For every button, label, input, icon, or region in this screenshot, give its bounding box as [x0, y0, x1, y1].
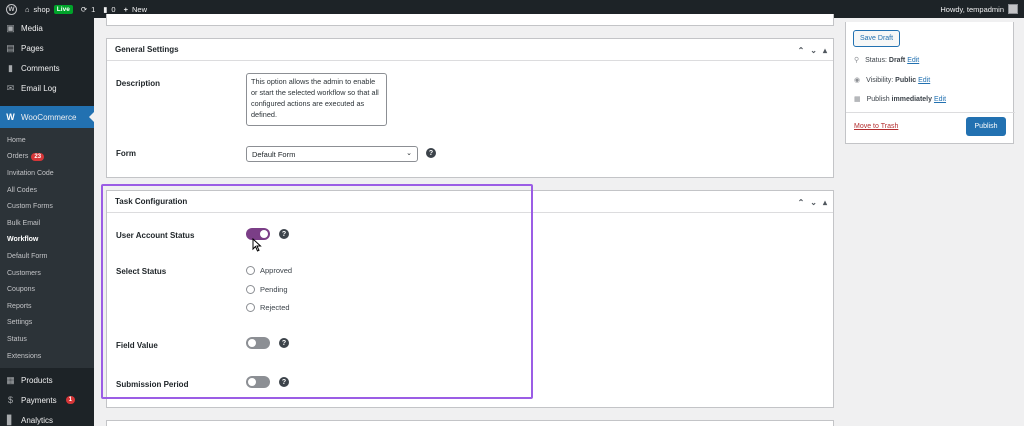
woocommerce-icon: W [6, 112, 15, 122]
field-value-help-icon[interactable]: ? [279, 338, 289, 348]
comments-link[interactable]: ▮ 0 [103, 5, 115, 14]
submenu-orders[interactable]: Orders 23 [0, 149, 94, 166]
new-content-link[interactable]: + New [124, 5, 147, 14]
status-radio-approved[interactable]: Approved [246, 266, 292, 275]
pin-icon: ⚲ [854, 57, 860, 64]
collapse-icon[interactable]: ▴ [823, 198, 827, 207]
general-settings-panel: General Settings ⌃ ⌄ ▴ Description This … [106, 38, 834, 178]
submenu-custom-forms[interactable]: Custom Forms [0, 198, 94, 215]
submenu-customers[interactable]: Customers [0, 265, 94, 282]
task-configuration-header: Task Configuration ⌃ ⌄ ▴ [107, 191, 833, 213]
submenu-home[interactable]: Home [0, 132, 94, 149]
submission-period-label: Submission Period [116, 380, 189, 389]
submenu-coupons[interactable]: Coupons [0, 281, 94, 298]
toggle-knob [248, 339, 256, 347]
payments-count-badge: 1 [65, 396, 75, 405]
submenu-settings[interactable]: Settings [0, 315, 94, 332]
description-textarea[interactable]: This option allows the admin to enable o… [246, 73, 387, 126]
account-menu[interactable]: Howdy, tempadmin [940, 0, 1018, 18]
previous-panel [106, 14, 834, 26]
submenu-bulk-email[interactable]: Bulk Email [0, 215, 94, 232]
form-label: Form [116, 149, 136, 158]
field-value-label: Field Value [116, 341, 158, 350]
user-account-status-label: User Account Status [116, 231, 195, 240]
publish-schedule-row: ▦ Publish immediately Edit [854, 95, 947, 104]
submenu-all-codes[interactable]: All Codes [0, 182, 94, 199]
plus-icon: + [123, 4, 128, 14]
wordpress-logo-icon[interactable]: W [6, 3, 17, 15]
panel-controls: ⌃ ⌄ ▴ [798, 191, 827, 213]
divider [846, 112, 1015, 113]
toggle-knob [260, 230, 268, 238]
sidebar-item-pages[interactable]: ▤ Pages [0, 38, 94, 58]
publish-box: Save Draft ⚲ Status: Draft Edit ◉ Visibi… [845, 22, 1015, 144]
description-label: Description [116, 79, 161, 88]
admin-sidebar: ▣ Media ▤ Pages ▮ Comments ✉ Email Log W… [0, 18, 94, 426]
woocommerce-submenu: Home Orders 23 Invitation Code All Codes … [0, 128, 94, 369]
sidebar-item-comments[interactable]: ▮ Comments [0, 58, 94, 78]
radio-circle [246, 266, 255, 275]
sidebar-item-woocommerce[interactable]: W WooCommerce [0, 106, 94, 128]
task-configuration-panel: Task Configuration ⌃ ⌄ ▴ User Account St… [106, 190, 834, 408]
eye-icon: ◉ [854, 77, 861, 84]
sidebar-item-email-log[interactable]: ✉ Email Log [0, 78, 94, 98]
site-name-link[interactable]: ⌂ shop Live [25, 4, 73, 14]
form-select[interactable]: Default Form ⌄ [246, 146, 418, 162]
visibility-row: ◉ Visibility: Public Edit [854, 76, 931, 85]
toggle-knob [248, 378, 256, 386]
user-account-status-help-icon[interactable]: ? [279, 229, 289, 239]
updates-icon: ⟳ [80, 4, 88, 14]
submission-period-toggle[interactable] [246, 376, 270, 388]
edit-schedule-link[interactable]: Edit [934, 96, 946, 103]
sidebar-item-media[interactable]: ▣ Media [0, 18, 94, 38]
status-radio-pending[interactable]: Pending [246, 285, 288, 294]
products-icon: ▦ [6, 374, 15, 385]
updates-link[interactable]: ⟳ 1 [81, 5, 95, 14]
general-settings-header: General Settings ⌃ ⌄ ▴ [107, 39, 833, 61]
submenu-default-form[interactable]: Default Form [0, 248, 94, 265]
sidebar-item-analytics[interactable]: ▋ Analytics [0, 410, 94, 426]
form-help-icon[interactable]: ? [426, 148, 436, 158]
submenu-extensions[interactable]: Extensions [0, 348, 94, 365]
next-panel [106, 420, 834, 426]
radio-circle [246, 303, 255, 312]
save-draft-button[interactable]: Save Draft [853, 30, 901, 47]
submenu-reports[interactable]: Reports [0, 298, 94, 315]
email-icon: ✉ [6, 82, 15, 93]
move-down-icon[interactable]: ⌄ [810, 46, 817, 55]
sidebar-item-products[interactable]: ▦ Products [0, 370, 94, 390]
live-badge: Live [53, 4, 73, 14]
sidebar-item-payments[interactable]: $ Payments 1 [0, 390, 94, 410]
select-status-label: Select Status [116, 267, 167, 276]
status-row: ⚲ Status: Draft Edit [854, 56, 920, 65]
media-icon: ▣ [6, 22, 15, 33]
collapse-icon[interactable]: ▴ [823, 46, 827, 55]
move-up-icon[interactable]: ⌃ [798, 46, 805, 55]
move-up-icon[interactable]: ⌃ [798, 198, 805, 207]
calendar-icon: ▦ [854, 96, 861, 103]
move-down-icon[interactable]: ⌄ [810, 198, 817, 207]
panel-controls: ⌃ ⌄ ▴ [798, 39, 827, 61]
mouse-pointer-icon [252, 238, 262, 252]
submenu-workflow[interactable]: Workflow [0, 232, 94, 249]
analytics-icon: ▋ [7, 414, 14, 425]
avatar [1008, 4, 1018, 14]
edit-visibility-link[interactable]: Edit [918, 77, 930, 84]
publish-button[interactable]: Publish [966, 117, 1006, 136]
orders-count-badge: 23 [31, 152, 45, 161]
move-to-trash-link[interactable]: Move to Trash [854, 123, 898, 130]
home-icon: ⌂ [25, 4, 30, 14]
pages-icon: ▤ [6, 42, 15, 53]
submenu-status[interactable]: Status [0, 331, 94, 348]
comment-icon: ▮ [103, 4, 108, 14]
status-radio-rejected[interactable]: Rejected [246, 303, 290, 312]
field-value-toggle[interactable] [246, 337, 270, 349]
submenu-invitation-code[interactable]: Invitation Code [0, 165, 94, 182]
edit-status-link[interactable]: Edit [907, 57, 919, 64]
comments-icon: ▮ [8, 62, 13, 73]
radio-circle [246, 285, 255, 294]
chevron-down-icon: ⌄ [406, 150, 412, 157]
submission-period-help-icon[interactable]: ? [279, 377, 289, 387]
payments-icon: $ [7, 395, 13, 406]
